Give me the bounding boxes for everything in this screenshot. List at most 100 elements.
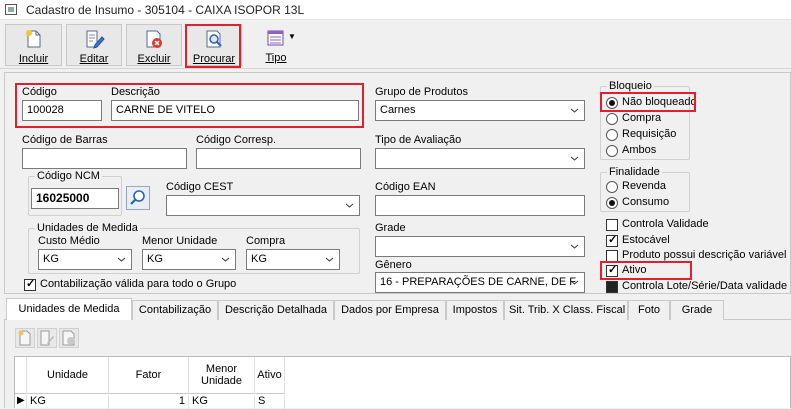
- finalidade-option-revenda[interactable]: Revenda: [606, 180, 686, 194]
- row-indicator-icon: ▶: [15, 395, 27, 409]
- tab-strip: Unidades de Medida Contabilização Descri…: [4, 298, 791, 321]
- menor-unidade-label: Menor Unidade: [142, 235, 218, 247]
- edit-row-button[interactable]: [37, 328, 57, 348]
- codigo-ean-label: Código EAN: [375, 181, 436, 193]
- bloqueio-option-label: Compra: [622, 112, 662, 124]
- codigo-ncm-input[interactable]: 16025000: [31, 188, 119, 209]
- codigo-ean-input[interactable]: [375, 195, 585, 216]
- bloqueio-option-compra[interactable]: Compra: [606, 112, 686, 126]
- radio-dot: [606, 197, 618, 209]
- unidades-medida-label: Unidades de Medida: [35, 222, 140, 234]
- tab-impostos[interactable]: Impostos: [446, 300, 504, 320]
- bloqueio-option-label: Ambos: [622, 144, 657, 156]
- chevron-down-icon: [570, 280, 579, 285]
- produto-variavel-label: Produto possui descrição variável: [622, 249, 787, 261]
- cell-menor-unidade[interactable]: KG: [189, 395, 255, 409]
- bloqueio-option-requisicao[interactable]: Requisição: [606, 128, 686, 142]
- search-document-icon: [206, 30, 222, 48]
- ncm-search-button[interactable]: [126, 186, 150, 210]
- bloqueio-option-ambos[interactable]: Ambos: [606, 144, 686, 158]
- tab-descricao-detalhada[interactable]: Descrição Detalhada: [218, 300, 334, 320]
- finalidade-option-label: Consumo: [622, 196, 670, 208]
- procurar-button[interactable]: Procurar: [186, 24, 242, 66]
- chevron-down-icon: [570, 244, 579, 249]
- codigo-input[interactable]: 100028: [22, 100, 102, 121]
- ativo-checkbox[interactable]: Ativo: [606, 263, 686, 278]
- header-ativo[interactable]: Ativo: [255, 357, 285, 394]
- grupo-produtos-select[interactable]: Carnes: [375, 100, 585, 121]
- excluir-label: Excluir: [137, 53, 171, 65]
- descricao-label: Descrição: [111, 86, 160, 98]
- header-unidade[interactable]: Unidade: [27, 357, 109, 394]
- codigo-corresp-label: Código Corresp.: [196, 134, 277, 146]
- bloqueio-label: Bloqueio: [607, 80, 654, 92]
- delete-row-button[interactable]: [59, 328, 79, 348]
- editar-button[interactable]: Editar: [66, 24, 122, 66]
- codigo-barras-input[interactable]: [22, 148, 187, 169]
- window-title: Cadastro de Insumo - 305104 - CAIXA ISOP…: [26, 3, 305, 17]
- bloqueio-option-label: Não bloqueado: [622, 96, 697, 108]
- finalidade-label: Finalidade: [607, 166, 662, 178]
- contabilizacao-checkbox[interactable]: Contabilização válida para todo o Grupo: [24, 277, 344, 292]
- unidades-grid: Unidade Fator Menor Unidade Ativo ▶ KG 1…: [14, 356, 791, 409]
- new-document-icon: [25, 30, 40, 48]
- tipo-avaliacao-select[interactable]: [375, 148, 585, 169]
- descricao-input[interactable]: CARNE DE VITELO: [111, 100, 359, 121]
- bloqueio-option-nao-bloqueado[interactable]: Não bloqueado: [606, 96, 697, 110]
- controla-validade-label: Controla Validade: [622, 218, 709, 230]
- chevron-down-icon: ▼: [288, 32, 296, 41]
- codigo-cest-select[interactable]: [166, 195, 360, 216]
- radio-dot: [606, 145, 618, 157]
- tab-dados-por-empresa[interactable]: Dados por Empresa: [334, 300, 446, 320]
- checkbox-box: [606, 263, 618, 277]
- finalidade-option-label: Revenda: [622, 180, 667, 192]
- chevron-down-icon: [570, 156, 579, 161]
- compra-label: Compra: [246, 235, 286, 247]
- tab-unidades-de-medida[interactable]: Unidades de Medida: [6, 298, 132, 321]
- codigo-label: Código: [22, 86, 57, 98]
- row-indicator-header: [15, 357, 27, 394]
- tipo-button[interactable]: ▼ Tipo: [252, 24, 300, 66]
- tab-foto[interactable]: Foto: [628, 300, 670, 320]
- tab-grade[interactable]: Grade: [670, 300, 724, 320]
- checkbox-box: [606, 250, 618, 262]
- tipo-label: Tipo: [265, 52, 287, 64]
- radio-dot: [606, 97, 618, 109]
- controla-lote-label: Controla Lote/Série/Data validade: [622, 280, 788, 292]
- custo-medio-value: KG: [43, 253, 59, 265]
- codigo-corresp-input[interactable]: [196, 148, 361, 169]
- codigo-ncm-label: Código NCM: [35, 170, 102, 182]
- cell-unidade[interactable]: KG: [27, 395, 109, 409]
- estocavel-checkbox[interactable]: Estocável: [606, 233, 726, 248]
- radio-dot: [606, 113, 618, 125]
- controla-lote-checkbox[interactable]: Controla Lote/Série/Data validade: [606, 280, 790, 294]
- finalidade-option-consumo[interactable]: Consumo: [606, 196, 686, 210]
- controla-validade-checkbox[interactable]: Controla Validade: [606, 218, 726, 232]
- cell-fator[interactable]: 1: [109, 395, 189, 409]
- produto-variavel-checkbox[interactable]: Produto possui descrição variável: [606, 249, 786, 263]
- excluir-button[interactable]: Excluir: [126, 24, 182, 66]
- incluir-button[interactable]: Incluir: [5, 24, 62, 66]
- menor-unidade-select[interactable]: KG: [142, 249, 236, 270]
- grade-select[interactable]: [375, 236, 585, 257]
- radio-dot: [606, 129, 618, 141]
- custo-medio-select[interactable]: KG: [38, 249, 132, 270]
- checkbox-box: [606, 233, 618, 247]
- custo-medio-label: Custo Médio: [38, 235, 100, 247]
- cell-ativo[interactable]: S: [255, 395, 285, 409]
- genero-select[interactable]: 16 - PREPARAÇÕES DE CARNE, DE F: [375, 272, 585, 293]
- estocavel-label: Estocável: [622, 234, 670, 246]
- header-menor-unidade[interactable]: Menor Unidade: [189, 357, 255, 394]
- compra-select[interactable]: KG: [246, 249, 340, 270]
- ativo-label: Ativo: [622, 264, 647, 276]
- codigo-cest-label: Código CEST: [166, 181, 234, 193]
- tab-sit-trib-class-fiscal[interactable]: Sit. Trib. X Class. Fiscal: [504, 300, 628, 320]
- tab-contabilizacao[interactable]: Contabilização: [132, 300, 218, 320]
- list-type-icon: [267, 30, 284, 46]
- window-icon: [5, 4, 17, 15]
- header-fator[interactable]: Fator: [109, 357, 189, 394]
- add-row-button[interactable]: [15, 328, 35, 348]
- chevron-down-icon: [117, 257, 126, 262]
- genero-value: 16 - PREPARAÇÕES DE CARNE, DE F: [380, 276, 577, 288]
- radio-dot: [606, 181, 618, 193]
